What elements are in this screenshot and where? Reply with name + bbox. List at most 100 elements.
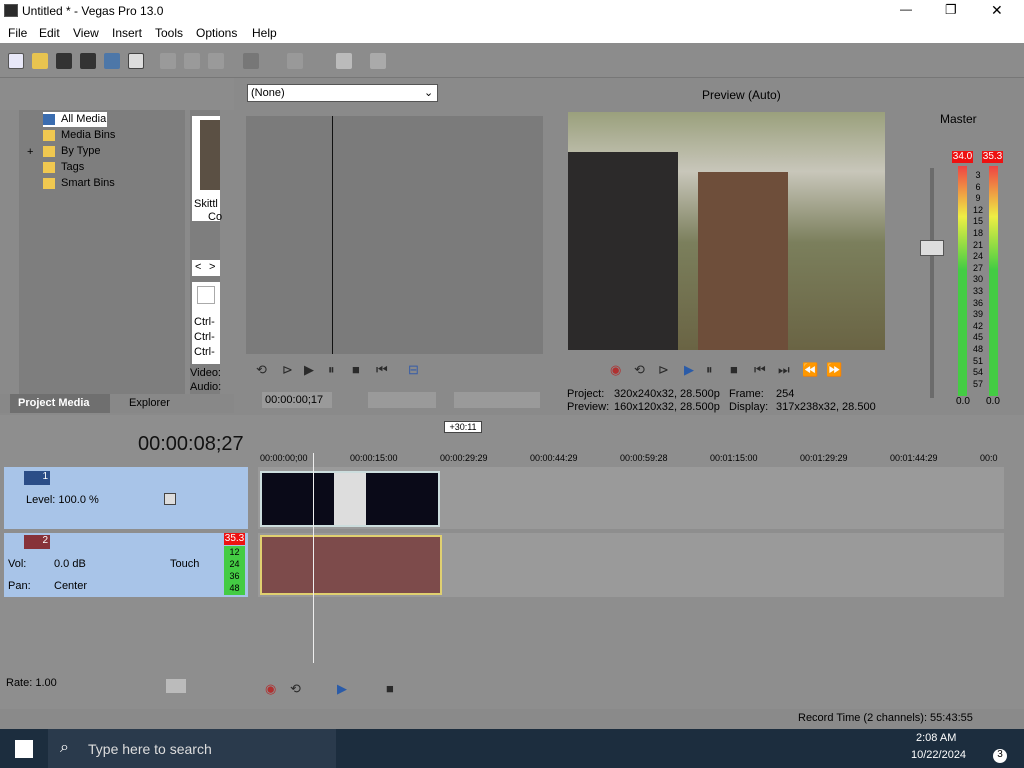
audio-clip[interactable] <box>260 535 442 595</box>
properties-icon[interactable] <box>128 53 144 69</box>
next-frame-icon[interactable]: ⏩ <box>826 362 842 378</box>
trimmer-display <box>246 116 543 354</box>
play-icon[interactable]: ▶ <box>304 362 314 378</box>
stop-icon[interactable]: ■ <box>352 362 360 377</box>
peak-right: 35.3 <box>982 151 1003 163</box>
preview-mode-dropdown[interactable]: Preview (Auto) <box>702 88 781 102</box>
go-to-start-icon[interactable]: ⏮ <box>376 362 388 378</box>
new-icon[interactable] <box>8 53 24 69</box>
tree-expander[interactable]: + <box>27 146 33 158</box>
master-fader-handle[interactable] <box>920 240 944 256</box>
tree-item-smart-bins[interactable]: Smart Bins <box>43 176 143 191</box>
record-icon[interactable]: ◉ <box>610 362 621 378</box>
person-right <box>698 172 788 350</box>
record-icon[interactable]: ◉ <box>265 681 276 697</box>
tree-item-by-type[interactable]: By Type <box>43 144 143 159</box>
maximize-button[interactable]: ❐ <box>945 2 963 18</box>
stop-icon[interactable]: ■ <box>386 681 394 696</box>
tree-item-all-media[interactable]: All Media <box>43 112 107 127</box>
close-button[interactable]: ✕ <box>991 2 1009 19</box>
media-thumbnail[interactable]: Skittl Co <box>192 116 222 223</box>
render-icon[interactable] <box>104 53 120 69</box>
loop-icon[interactable]: ⟲ <box>256 362 267 378</box>
trimmer-source-dropdown[interactable]: (None) ⌄ <box>247 84 438 102</box>
menu-help[interactable]: Help <box>252 26 277 40</box>
pause-icon[interactable]: ⏸ <box>328 362 335 378</box>
save-as-icon[interactable] <box>80 53 96 69</box>
open-icon[interactable] <box>32 53 48 69</box>
save-icon[interactable] <box>56 53 72 69</box>
add-to-timeline-icon[interactable]: ⊟ <box>408 362 419 378</box>
clock-time: 2:08 AM <box>916 732 957 744</box>
media-tree: All Media Media Bins + By Type Tags Smar… <box>19 110 185 400</box>
video-track-header[interactable]: 1 Level: 100.0 % <box>4 467 248 529</box>
play-icon[interactable]: ▶ <box>684 362 694 378</box>
notification-badge[interactable]: 3 <box>993 749 1007 763</box>
taskbar-search[interactable]: ⌕ Type here to search <box>48 729 336 768</box>
search-icon <box>197 286 215 304</box>
timeline-area: 00:00:08;27 +30:11 00:00:00;00 00:00:15:… <box>0 415 1024 705</box>
master-bus-panel: Master 34.0 35.3 3 6 9 12 15 18 21 24 27 30 33 36 39… <box>894 78 1024 413</box>
trimmer-zoom-field <box>454 392 540 408</box>
playhead[interactable] <box>313 453 314 663</box>
automation-mode[interactable]: Touch <box>170 558 199 570</box>
menu-file[interactable]: File <box>8 26 27 40</box>
display-label: Display: <box>729 401 769 413</box>
rate-slider[interactable] <box>166 679 186 693</box>
preview-toolbar: Preview (Auto) <box>550 78 894 110</box>
title-bar: Untitled * - Vegas Pro 13.0 — ❐ ✕ <box>0 0 1024 23</box>
stop-icon[interactable]: ■ <box>730 362 738 377</box>
trimmer-panel: (None) ⌄ ⟲ ⊳ ▶ ⏸ ■ ⏮ ⊟ 00:00:00;17 <box>234 78 550 413</box>
paste-icon[interactable] <box>208 53 224 69</box>
go-to-end-icon[interactable]: ⏭ <box>778 362 790 378</box>
explorer-toolbar <box>0 78 234 110</box>
redo-icon[interactable] <box>287 53 303 69</box>
undo-icon[interactable] <box>243 53 259 69</box>
track2-meter: 12 24 36 48 <box>224 546 245 595</box>
menu-edit[interactable]: Edit <box>39 26 60 40</box>
taskbar: ⌕ Type here to search 2:08 AM 10/22/2024… <box>0 729 1024 768</box>
start-button[interactable] <box>15 740 33 758</box>
play-from-start-icon[interactable]: ⊳ <box>658 362 669 378</box>
tool-brush-icon[interactable] <box>336 53 352 69</box>
vol-value: 0.0 dB <box>54 558 86 570</box>
tree-item-media-bins[interactable]: Media Bins <box>43 128 143 143</box>
master-bottom-left: 0.0 <box>956 396 970 407</box>
tree-item-tags[interactable]: Tags <box>43 160 143 175</box>
cut-icon[interactable] <box>160 53 176 69</box>
project-media-panel: All Media Media Bins + By Type Tags Smar… <box>0 78 234 413</box>
help-pointer-icon[interactable] <box>370 53 386 69</box>
tab-explorer[interactable]: Explorer <box>114 394 184 413</box>
menu-view[interactable]: View <box>73 26 99 40</box>
audio-track-header[interactable]: 2 Vol: 0.0 dB Pan: Center Touch 35.3 12 2… <box>4 533 248 597</box>
track1-level-slider[interactable] <box>164 493 176 505</box>
prev-frame-icon[interactable]: ⏪ <box>802 362 818 378</box>
rate-label: Rate: 1.00 <box>6 677 57 689</box>
play-icon[interactable]: ▶ <box>337 681 347 697</box>
meter-scale: 3 6 9 12 15 18 21 24 27 30 33 36 39 42 45 48 51 54 57 <box>972 170 983 389</box>
loop-icon[interactable]: ⟲ <box>290 681 301 697</box>
track1-level: Level: 100.0 % <box>26 494 99 506</box>
minimize-button[interactable]: — <box>900 2 918 16</box>
peak-left: 34.0 <box>952 151 973 163</box>
menu-tools[interactable]: Tools <box>155 26 183 40</box>
master-fader-track <box>930 168 934 398</box>
go-to-start-icon[interactable]: ⏮ <box>754 362 766 378</box>
play-from-start-icon[interactable]: ⊳ <box>282 362 293 378</box>
nav-next-button[interactable]: > <box>209 261 215 273</box>
pan-value: Center <box>54 580 88 592</box>
pause-icon[interactable]: ⏸ <box>706 362 713 378</box>
app-icon <box>4 4 18 17</box>
menu-insert[interactable]: Insert <box>112 26 142 40</box>
loop-icon[interactable]: ⟲ <box>634 362 645 378</box>
project-label: Project: <box>567 388 605 400</box>
tab-project-media[interactable]: Project Media <box>10 394 110 413</box>
menu-options[interactable]: Options <box>196 26 237 40</box>
video-clip[interactable] <box>260 471 440 527</box>
nav-prev-button[interactable]: < <box>195 261 201 273</box>
bottom-transport-bar: Rate: 1.00 ◉ ⟲ ▶ ■ <box>0 671 1024 709</box>
frame-label: Frame: <box>729 388 764 400</box>
info-audio: Audio: <box>190 381 222 393</box>
person-left <box>568 152 678 350</box>
copy-icon[interactable] <box>184 53 200 69</box>
